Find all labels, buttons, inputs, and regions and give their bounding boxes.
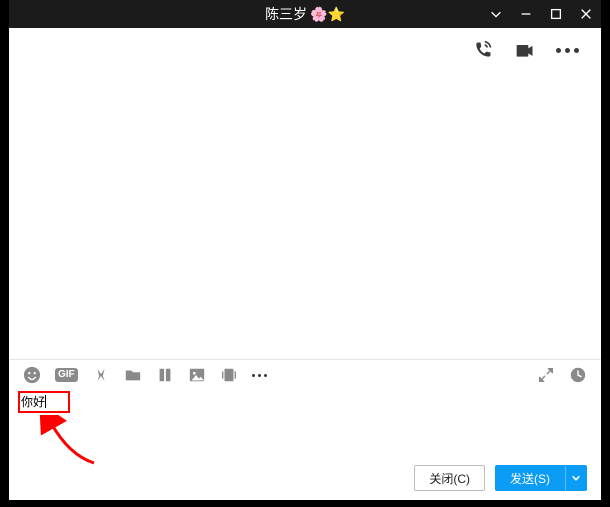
- contact-name: 陈三岁: [265, 4, 307, 24]
- input-toolbar: GIF: [9, 360, 601, 390]
- voice-call-icon[interactable]: [472, 40, 494, 60]
- video-call-icon[interactable]: [514, 40, 536, 60]
- annotation-arrow: [39, 415, 109, 470]
- send-button[interactable]: 发送(S): [495, 465, 565, 491]
- image-icon[interactable]: [188, 366, 206, 384]
- maximize-button[interactable]: [547, 5, 565, 23]
- window-title: 陈三岁 🌸⭐: [265, 4, 345, 24]
- more-options-icon[interactable]: [556, 48, 579, 53]
- message-area[interactable]: [9, 72, 601, 359]
- screenshot-icon[interactable]: [92, 366, 110, 384]
- chat-window: 陈三岁 🌸⭐: [8, 0, 602, 501]
- input-text: 你好: [21, 394, 45, 410]
- message-input[interactable]: 你好: [9, 390, 601, 462]
- gif-label: GIF: [55, 368, 78, 382]
- title-bar[interactable]: 陈三岁 🌸⭐: [9, 0, 601, 28]
- close-chat-button[interactable]: 关闭(C): [414, 465, 485, 491]
- chat-header-actions: [9, 28, 601, 72]
- expand-icon[interactable]: [537, 366, 555, 384]
- send-options-caret[interactable]: [565, 465, 587, 491]
- minimize-button[interactable]: [517, 5, 535, 23]
- history-icon[interactable]: [569, 366, 587, 384]
- title-emojis: 🌸⭐: [310, 6, 345, 23]
- emoji-icon[interactable]: [23, 366, 41, 384]
- footer-actions: 关闭(C) 发送(S): [9, 462, 601, 500]
- close-button[interactable]: [577, 5, 595, 23]
- dropdown-button[interactable]: [487, 5, 505, 23]
- window-controls: [487, 0, 595, 28]
- shake-icon[interactable]: [220, 366, 238, 384]
- tool-icon[interactable]: [156, 366, 174, 384]
- gif-icon[interactable]: GIF: [55, 368, 78, 382]
- toolbar-more-icon[interactable]: [252, 374, 267, 377]
- send-button-group: 发送(S): [495, 465, 587, 491]
- file-icon[interactable]: [124, 366, 142, 384]
